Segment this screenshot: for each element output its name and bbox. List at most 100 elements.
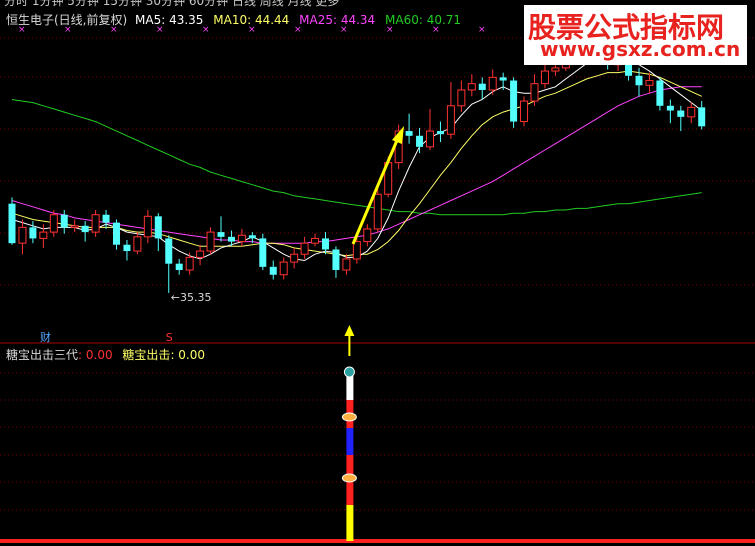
candle <box>8 197 16 245</box>
candle-body <box>405 131 413 136</box>
candle-body <box>39 231 48 239</box>
candle-body <box>311 237 320 244</box>
candle <box>363 224 372 247</box>
signal-arrow-head <box>344 325 355 336</box>
candle <box>436 121 444 143</box>
indicator-panel[interactable] <box>0 366 755 543</box>
candle-body <box>416 135 424 147</box>
signal-icon <box>343 366 355 378</box>
candle <box>311 233 320 247</box>
signal-bar-segment <box>346 505 354 541</box>
candle <box>698 101 706 130</box>
candle-body <box>332 249 340 270</box>
candle <box>332 246 340 278</box>
candle-body <box>520 100 529 123</box>
indicator-value-2: : 0.00 <box>170 348 206 362</box>
candle-body <box>666 105 674 111</box>
signal-coin-icon <box>341 473 357 483</box>
candle-body <box>70 225 79 228</box>
candle <box>133 232 142 255</box>
ma25-path <box>11 86 702 244</box>
candle-body <box>436 131 444 135</box>
ma60-label: MA60: 40.71 <box>385 13 462 27</box>
candle-body <box>248 235 256 239</box>
candle <box>540 64 549 89</box>
candle <box>290 247 299 269</box>
trend-arrow-head <box>392 126 404 144</box>
overlay-marks: ←35.35 财 S <box>40 126 404 356</box>
candle <box>645 72 654 94</box>
candle <box>677 105 685 132</box>
candle <box>143 210 152 244</box>
candle-body <box>49 214 58 233</box>
candle <box>322 232 329 255</box>
candle-body <box>540 70 549 85</box>
candle-body <box>206 231 215 252</box>
candle-body <box>551 67 560 72</box>
candle <box>175 258 183 275</box>
candle <box>478 77 486 100</box>
candle-body <box>426 130 434 148</box>
indicator-value-1: : 0.00 <box>78 348 113 362</box>
candle-body <box>60 214 68 228</box>
candle-body <box>227 236 235 242</box>
ma25-line <box>11 86 702 244</box>
fin-marker: 财 <box>40 330 51 344</box>
candle <box>102 210 110 229</box>
candle <box>530 74 539 106</box>
ma60-path <box>11 99 702 216</box>
candle-body <box>342 258 351 271</box>
candle-body <box>269 266 277 275</box>
stock-chart[interactable]: ××××××××××××××××× ←35.35 财 S <box>0 0 755 546</box>
watermark-url: www.gsxz.com.cn <box>540 37 741 61</box>
candle <box>165 235 173 293</box>
candle-body <box>29 227 37 239</box>
indicator-name-2: 糖宝出击 <box>122 348 171 362</box>
stock-name: 恒生电子(日线,前复权) <box>6 13 128 27</box>
candle-body <box>677 110 685 117</box>
candle <box>217 216 225 242</box>
candle-body <box>123 244 131 252</box>
candle-body <box>18 226 27 244</box>
candle-body <box>175 263 183 270</box>
candle <box>196 244 205 266</box>
candle-body <box>530 83 539 102</box>
candle-body <box>373 193 382 230</box>
period-toolbar[interactable]: 分时 1分钟 5分钟 15分钟 30分钟 60分钟 日线 周线 月线 更多 <box>4 0 339 9</box>
candle-body <box>645 80 654 86</box>
candle-body <box>698 107 706 127</box>
ma10-label: MA10: 44.44 <box>213 13 290 27</box>
candle-body <box>322 238 329 250</box>
ma60-line <box>11 99 702 216</box>
candle-body <box>165 238 173 264</box>
grid-marker: × <box>478 25 486 35</box>
candle <box>113 219 120 250</box>
low-price-label: ←35.35 <box>171 291 212 304</box>
candle-body <box>687 106 696 118</box>
s-marker: S <box>166 331 173 344</box>
candle-body <box>237 234 246 243</box>
signal-coin-icon <box>341 412 357 422</box>
candle <box>510 77 518 128</box>
candle <box>154 213 162 252</box>
ma25-label: MA25: 44.34 <box>299 13 376 27</box>
candle-body <box>300 242 309 255</box>
candle <box>520 96 529 127</box>
indicator-legend: 糖宝出击三代: 0.00 糖宝出击: 0.00 <box>6 346 205 363</box>
candle <box>687 102 696 124</box>
candle-body <box>510 80 518 122</box>
candle-body <box>185 256 194 271</box>
candle <box>70 219 79 233</box>
candle-body <box>478 83 486 90</box>
candle <box>237 228 246 247</box>
candle <box>60 210 68 234</box>
candle <box>457 80 466 113</box>
candle-body <box>499 77 507 81</box>
signal-bar-segment <box>346 428 354 455</box>
candle <box>91 210 100 237</box>
ma5-label: MA5: 43.35 <box>135 13 204 27</box>
candle <box>279 257 288 280</box>
candle-body <box>363 228 372 243</box>
candle-body <box>279 261 288 276</box>
candle-body <box>656 80 664 106</box>
